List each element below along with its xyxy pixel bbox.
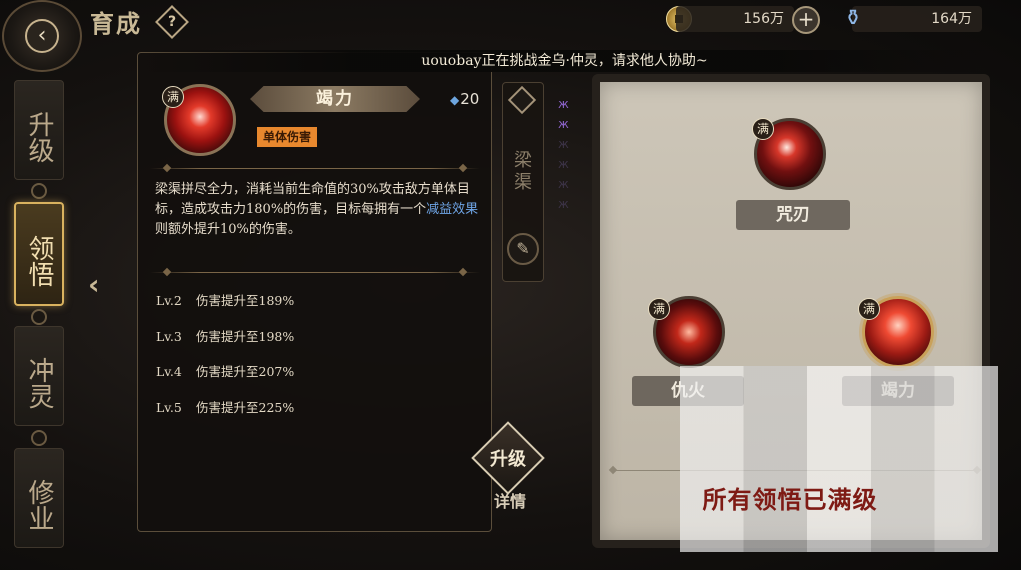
butterfly-icon: ж	[558, 197, 569, 211]
chevron-left-icon: ‹	[25, 19, 59, 53]
nav-tab-spirit[interactable]: 冲灵	[14, 326, 64, 426]
level-label: Lv.3	[156, 329, 182, 344]
level-label: Lv.4	[156, 364, 182, 379]
butterfly-icon: ж	[558, 137, 569, 151]
skill-cost: ◆20	[450, 90, 479, 108]
max-level-badge: 满	[752, 118, 774, 140]
skill-description-text-end: 则额外提升10%的伤害。	[155, 222, 301, 237]
brush-icon[interactable]: ✎	[507, 233, 539, 265]
nav-tab-training[interactable]: 修业	[14, 448, 64, 548]
nav-divider-dot	[31, 183, 47, 199]
detail-button[interactable]: 详情	[486, 488, 534, 512]
section-divider	[150, 168, 480, 169]
level-label: Lv.2	[156, 293, 182, 308]
censor-mosaic	[680, 366, 998, 552]
max-level-badge: 满	[858, 298, 880, 320]
nav-tab-comprehend[interactable]: 领悟	[14, 202, 64, 306]
nav-tab-upgrade[interactable]: 升级	[14, 80, 64, 180]
assist-request-banner[interactable]: uouobay正在挑战金乌·仲灵，请求他人协助~	[137, 50, 992, 72]
nav-tab-label: 领悟	[24, 235, 54, 287]
skill-node-label: 咒刃	[736, 200, 850, 230]
max-level-badge: 满	[648, 298, 670, 320]
nav-tab-label: 冲灵	[24, 357, 54, 409]
section-divider	[150, 272, 480, 273]
level-effect: 伤害提升至198%	[196, 329, 295, 344]
butterfly-icon: ж	[558, 177, 569, 191]
skill-description: 梁渠拼尽全力，消耗当前生命值的30%攻击敌方单体目标，造成攻击力180%的伤害，…	[155, 180, 479, 240]
gem-icon: ◆	[450, 93, 460, 107]
coin-amount: 156万	[676, 6, 794, 32]
level-row: Lv.5 伤害提升至225%	[156, 397, 294, 416]
character-name: 梁渠	[511, 150, 532, 194]
help-button[interactable]: ?	[155, 5, 189, 39]
butterfly-icon: ж	[558, 97, 569, 111]
prev-character-arrow-icon[interactable]: ‹	[88, 268, 120, 304]
upgrade-button-label[interactable]: 升级	[480, 445, 536, 471]
butterfly-icon: ж	[558, 117, 569, 131]
level-row: Lv.4 伤害提升至207%	[156, 361, 294, 380]
nav-divider-dot	[31, 309, 47, 325]
page-title: 育成	[90, 9, 142, 38]
nav-tab-label: 修业	[24, 479, 54, 531]
back-button[interactable]: ‹	[2, 0, 82, 72]
skill-type-tag: 单体伤害	[257, 127, 318, 147]
nav-tab-label: 升级	[24, 111, 54, 163]
skill-cost-value: 20	[460, 90, 480, 108]
all-maxed-status: 所有领悟已满级	[702, 485, 878, 514]
nav-divider-dot	[31, 430, 47, 446]
skill-name: 竭力	[250, 86, 420, 112]
level-row: Lv.3 伤害提升至198%	[156, 326, 294, 345]
max-level-badge: 满	[162, 86, 184, 108]
level-effect: 伤害提升至189%	[196, 293, 295, 308]
add-coin-button[interactable]: +	[792, 6, 820, 34]
level-effect: 伤害提升至207%	[196, 364, 295, 379]
debuff-keyword-link[interactable]: 减益效果	[426, 202, 478, 217]
skill-description-text: 梁渠拼尽全力，消耗当前生命值的30%攻击敌方单体目标，造成攻击力180%的伤害，…	[155, 182, 470, 217]
question-icon: ?	[167, 14, 177, 30]
butterfly-icon: ж	[558, 157, 569, 171]
potion-icon: ⚱	[843, 6, 863, 31]
potion-amount: 164万	[852, 6, 982, 32]
level-row: Lv.2 伤害提升至189%	[156, 290, 294, 309]
level-effect: 伤害提升至225%	[196, 400, 295, 415]
level-label: Lv.5	[156, 400, 182, 415]
